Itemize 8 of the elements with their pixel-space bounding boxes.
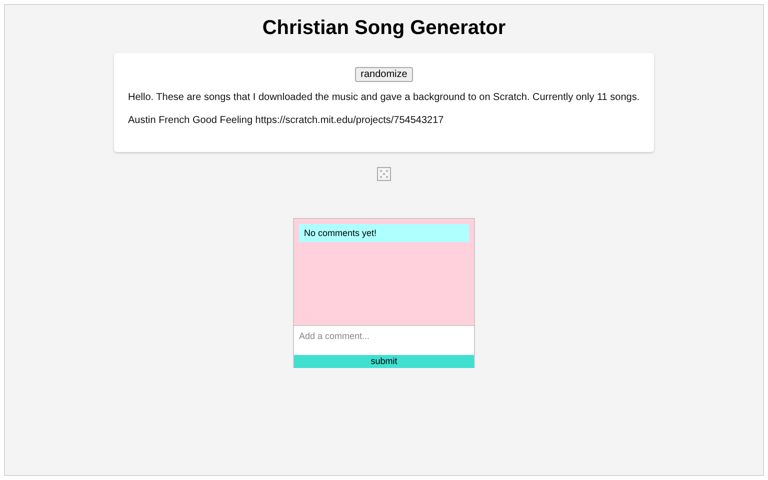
submit-button[interactable]: submit xyxy=(294,355,474,368)
comment-field[interactable]: Add a comment... xyxy=(294,325,474,355)
dice-icon xyxy=(377,167,391,181)
page-title: Christian Song Generator xyxy=(262,17,506,40)
intro-text: Hello. These are songs that I downloaded the music and gave a background to on Scratch. Currently only 11 songs. xyxy=(128,91,640,104)
song-text: Austin French Good Feeling https://scratch.mit.edu/projects/754543217 xyxy=(128,114,445,127)
randomize-button[interactable]: randomize xyxy=(354,67,414,82)
empty-comments-message: No comments yet! xyxy=(299,224,469,242)
